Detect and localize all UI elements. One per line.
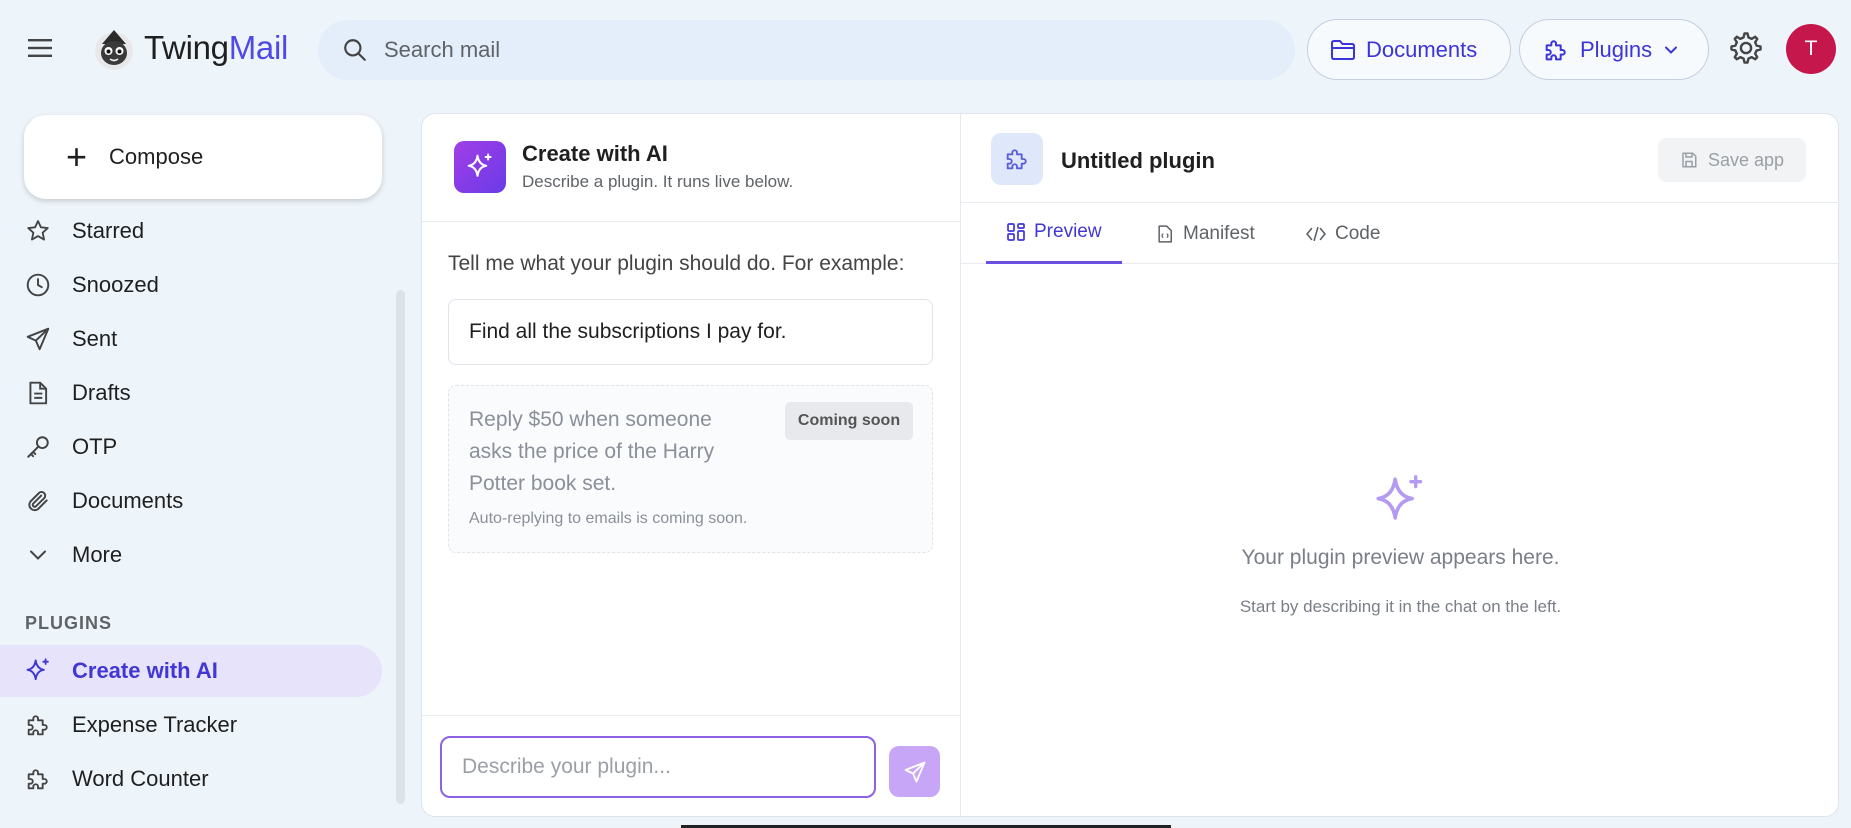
sidebar-item-label: More: [72, 542, 123, 567]
plugins-button-label: Plugins: [1580, 36, 1653, 62]
compose-button[interactable]: + Compose: [24, 115, 382, 199]
preview-tabs: Preview Manifest Code: [961, 203, 1838, 264]
logo-mascot-icon: [95, 30, 133, 70]
sidebar-item-label: Drafts: [72, 380, 131, 405]
tab-label: Manifest: [1183, 222, 1255, 244]
search-icon: [344, 39, 366, 61]
sidebar-item-label: Starred: [72, 218, 145, 243]
compose-label: Compose: [109, 144, 204, 169]
chat-intro-text: Tell me what your plugin should do. For …: [448, 252, 905, 275]
sidebar-plugin-expense-tracker[interactable]: Expense Tracker: [0, 699, 382, 751]
grid-icon: [1007, 223, 1025, 241]
plugin-description-input[interactable]: [440, 736, 876, 798]
logo-wordmark: TwingMail: [144, 29, 288, 67]
documents-button-label: Documents: [1366, 36, 1478, 62]
folder-icon: [1331, 39, 1355, 60]
sidebar-item-otp[interactable]: OTP: [0, 421, 382, 473]
file-icon: [1158, 224, 1172, 243]
logo-text-part1: Twing: [144, 29, 229, 66]
save-app-label: Save app: [1707, 149, 1785, 170]
plugins-dropdown-button[interactable]: Plugins: [1519, 19, 1709, 80]
send-button[interactable]: [889, 746, 940, 797]
sidebar-plugin-label: Expense Tracker: [72, 712, 238, 737]
sidebar-item-label: OTP: [72, 434, 118, 459]
preview-header: Untitled plugin Save app: [961, 114, 1838, 203]
coming-soon-example-card: Reply $50 when someone asks the price of…: [448, 385, 933, 553]
sidebar-item-label: Documents: [72, 488, 184, 513]
send-icon: [904, 761, 925, 782]
sidebar-plugin-label: Create with AI: [72, 658, 218, 683]
sidebar-item-documents[interactable]: Documents: [0, 475, 382, 527]
coming-soon-badge: Coming soon: [785, 402, 913, 440]
sparkle-icon: [24, 657, 52, 685]
example-prompt-card[interactable]: Find all the subscriptions I pay for.: [448, 299, 933, 365]
chat-title: Create with AI: [522, 141, 668, 166]
hamburger-icon: [28, 39, 52, 57]
preview-empty-subtitle: Start by describing it in the chat on th…: [1239, 597, 1562, 616]
settings-gear-icon[interactable]: [1728, 30, 1764, 66]
chevron-down-icon: [24, 541, 52, 569]
plugin-builder-panel: Create with AI Describe a plugin. It run…: [421, 113, 1839, 817]
plugin-title: Untitled plugin: [1061, 148, 1215, 173]
sidebar-scrollbar[interactable]: [396, 290, 405, 804]
sidebar-item-label: Sent: [72, 326, 118, 351]
sidebar-item-more[interactable]: More: [0, 529, 382, 581]
clock-icon: [24, 271, 52, 299]
sidebar-item-drafts[interactable]: Drafts: [0, 367, 382, 419]
preview-empty-title: Your plugin preview appears here.: [1241, 546, 1560, 569]
tab-preview[interactable]: Preview: [986, 203, 1122, 264]
sidebar-plugin-label: Word Counter: [72, 766, 209, 791]
sidebar-plugin-word-counter[interactable]: Word Counter: [0, 753, 382, 805]
chat-subtitle: Describe a plugin. It runs live below.: [522, 172, 794, 191]
plus-icon: +: [66, 136, 88, 177]
tab-code[interactable]: Code: [1301, 203, 1384, 264]
paperclip-icon: [24, 487, 52, 515]
chat-header: Create with AI Describe a plugin. It run…: [422, 114, 960, 222]
coming-soon-example-text: Reply $50 when someone asks the price of…: [469, 408, 715, 495]
puzzle-icon: [24, 711, 52, 739]
tab-label: Preview: [1034, 221, 1102, 242]
sparkle-icon: [1376, 475, 1423, 520]
tab-label: Code: [1335, 222, 1381, 244]
sidebar-item-snoozed[interactable]: Snoozed: [0, 259, 382, 311]
sidebar-item-starred[interactable]: Starred: [0, 205, 382, 257]
code-icon: [1306, 226, 1326, 241]
ai-sparkle-badge-icon: [454, 141, 506, 193]
search-input[interactable]: [384, 37, 1264, 63]
sidebar-item-sent[interactable]: Sent: [0, 313, 382, 365]
key-icon: [24, 433, 52, 461]
top-bar: TwingMail Documents Plugins T: [0, 0, 1851, 98]
search-bar[interactable]: [318, 20, 1295, 80]
tab-manifest[interactable]: Manifest: [1151, 203, 1259, 264]
app-logo[interactable]: TwingMail: [92, 24, 288, 72]
chevron-down-icon: [1665, 46, 1678, 54]
save-app-button[interactable]: Save app: [1658, 138, 1806, 182]
coming-soon-note: Auto-replying to emails is coming soon.: [469, 510, 748, 527]
user-avatar[interactable]: T: [1786, 24, 1836, 74]
plugin-badge-icon: [991, 133, 1043, 185]
save-icon: [1682, 152, 1697, 168]
puzzle-icon: [24, 765, 52, 793]
send-icon: [24, 325, 52, 353]
puzzle-icon: [1545, 39, 1566, 60]
draft-icon: [24, 379, 52, 407]
plugins-section-heading: PLUGINS: [25, 613, 113, 633]
logo-text-part2: Mail: [228, 29, 289, 66]
sidebar-item-label: Snoozed: [72, 272, 159, 297]
sidebar-plugin-create-with-ai[interactable]: Create with AI: [0, 645, 382, 697]
documents-button[interactable]: Documents: [1307, 19, 1511, 80]
main-menu-button[interactable]: [20, 28, 60, 68]
star-icon: [24, 217, 52, 245]
chat-composer: [422, 715, 960, 816]
